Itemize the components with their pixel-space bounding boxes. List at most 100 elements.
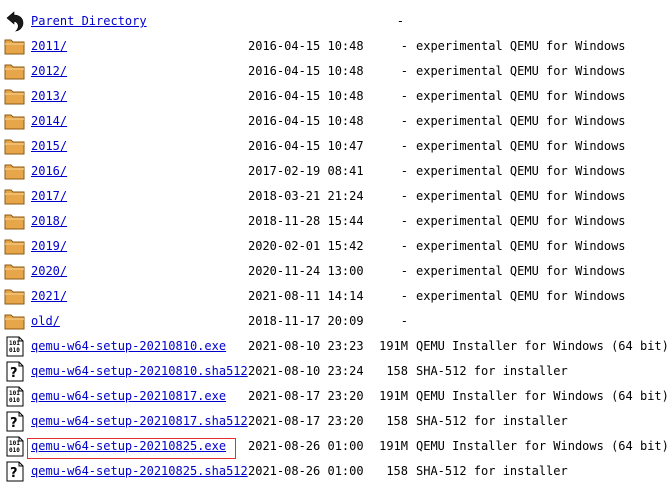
listing-row-file-20210810-sha512: ? qemu-w64-setup-20210810.sha512 2021-08… bbox=[0, 359, 667, 384]
svg-text:?: ? bbox=[10, 366, 18, 381]
svg-text:?: ? bbox=[10, 466, 18, 481]
entry-date: 2018-03-21 21:24 bbox=[248, 189, 364, 203]
entry-size: - bbox=[400, 114, 408, 128]
entry-name-link[interactable]: 2011/ bbox=[31, 34, 67, 59]
svg-text:010: 010 bbox=[9, 397, 20, 404]
folder-icon[interactable] bbox=[4, 211, 25, 232]
entry-name-link[interactable]: 2013/ bbox=[31, 84, 67, 109]
entry-name-link[interactable]: qemu-w64-setup-20210810.exe bbox=[31, 334, 226, 359]
svg-text:101: 101 bbox=[9, 340, 20, 347]
entry-date: 2020-02-01 15:42 bbox=[248, 239, 364, 253]
entry-size: 158 bbox=[386, 414, 408, 428]
entry-size: 158 bbox=[386, 464, 408, 478]
parent-directory-row: Parent Directory - bbox=[0, 9, 667, 34]
folder-icon[interactable] bbox=[4, 286, 25, 307]
entry-date: 2021-08-26 01:00 bbox=[248, 464, 364, 478]
svg-text:101: 101 bbox=[9, 440, 20, 447]
entry-name-link[interactable]: qemu-w64-setup-20210810.sha512 bbox=[31, 359, 248, 384]
unknown-file-icon[interactable]: ? bbox=[4, 461, 25, 482]
folder-icon[interactable] bbox=[4, 111, 25, 132]
listing-row-folder-2013: 2013/ 2016-04-15 10:48 - experimental QE… bbox=[0, 84, 667, 109]
entry-description: SHA-512 for installer bbox=[416, 364, 568, 378]
entry-size: - bbox=[400, 289, 408, 303]
entry-size: - bbox=[400, 189, 408, 203]
entry-size: - bbox=[400, 164, 408, 178]
listing-row-file-20210817-sha512: ? qemu-w64-setup-20210817.sha512 2021-08… bbox=[0, 409, 667, 434]
entry-name-link[interactable]: 2020/ bbox=[31, 259, 67, 284]
entry-date: 2021-08-10 23:23 bbox=[248, 339, 364, 353]
entry-date: 2021-08-10 23:24 bbox=[248, 364, 364, 378]
entry-name-link[interactable]: old/ bbox=[31, 309, 60, 334]
entry-size: 191M bbox=[379, 389, 408, 403]
svg-text:010: 010 bbox=[9, 447, 20, 454]
binary-file-icon[interactable]: 101 010 bbox=[4, 436, 25, 457]
entry-date: 2016-04-15 10:48 bbox=[248, 39, 364, 53]
entry-description: SHA-512 for installer bbox=[416, 414, 568, 428]
entry-name-link[interactable]: 2019/ bbox=[31, 234, 67, 259]
binary-file-icon[interactable]: 101 010 bbox=[4, 386, 25, 407]
entry-description: experimental QEMU for Windows bbox=[416, 264, 626, 278]
entry-name-link[interactable]: 2017/ bbox=[31, 184, 67, 209]
entry-name-link[interactable]: 2018/ bbox=[31, 209, 67, 234]
folder-icon[interactable] bbox=[4, 311, 25, 332]
entry-date: 2021-08-17 23:20 bbox=[248, 389, 364, 403]
listing-row-folder-2020: 2020/ 2020-11-24 13:00 - experimental QE… bbox=[0, 259, 667, 284]
entry-date: 2018-11-17 20:09 bbox=[248, 314, 364, 328]
listing-row-folder-2015: 2015/ 2016-04-15 10:47 - experimental QE… bbox=[0, 134, 667, 159]
listing-row-folder-2016: 2016/ 2017-02-19 08:41 - experimental QE… bbox=[0, 159, 667, 184]
folder-icon[interactable] bbox=[4, 61, 25, 82]
entry-size: - bbox=[400, 214, 408, 228]
folder-icon[interactable] bbox=[4, 261, 25, 282]
entry-name-link[interactable]: 2015/ bbox=[31, 134, 67, 159]
unknown-file-icon[interactable]: ? bbox=[4, 361, 25, 382]
entry-name-link[interactable]: 2021/ bbox=[31, 284, 67, 309]
entry-name-link[interactable]: qemu-w64-setup-20210817.exe bbox=[31, 384, 226, 409]
listing-row-folder-2017: 2017/ 2018-03-21 21:24 - experimental QE… bbox=[0, 184, 667, 209]
entry-description: experimental QEMU for Windows bbox=[416, 214, 626, 228]
entry-size: 191M bbox=[379, 339, 408, 353]
binary-file-icon[interactable]: 101 010 bbox=[4, 336, 25, 357]
folder-icon[interactable] bbox=[4, 136, 25, 157]
entry-date: 2016-04-15 10:48 bbox=[248, 114, 364, 128]
entry-name-link[interactable]: qemu-w64-setup-20210817.sha512 bbox=[31, 409, 248, 434]
entry-date: 2016-04-15 10:48 bbox=[248, 64, 364, 78]
entry-name-link[interactable]: 2014/ bbox=[31, 109, 67, 134]
entry-date: 2016-04-15 10:47 bbox=[248, 139, 364, 153]
listing-row-folder-old: old/ 2018-11-17 20:09 - bbox=[0, 309, 667, 334]
entry-date: 2018-11-28 15:44 bbox=[248, 214, 364, 228]
entry-name-link[interactable]: 2012/ bbox=[31, 59, 67, 84]
listing-row-folder-2019: 2019/ 2020-02-01 15:42 - experimental QE… bbox=[0, 234, 667, 259]
directory-listing: Parent Directory - 2011/ 2016-04-15 10:4… bbox=[0, 9, 667, 484]
entry-name-link[interactable]: 2016/ bbox=[31, 159, 67, 184]
entry-date: 2020-11-24 13:00 bbox=[248, 264, 364, 278]
listing-row-folder-2021: 2021/ 2021-08-11 14:14 - experimental QE… bbox=[0, 284, 667, 309]
unknown-file-icon[interactable]: ? bbox=[4, 411, 25, 432]
listing-row-folder-2011: 2011/ 2016-04-15 10:48 - experimental QE… bbox=[0, 34, 667, 59]
entry-description: SHA-512 for installer bbox=[416, 464, 568, 478]
entry-date: 2021-08-17 23:20 bbox=[248, 414, 364, 428]
folder-icon[interactable] bbox=[4, 236, 25, 257]
folder-icon[interactable] bbox=[4, 161, 25, 182]
entry-date: 2016-04-15 10:48 bbox=[248, 89, 364, 103]
folder-icon[interactable] bbox=[4, 186, 25, 207]
entry-size: - bbox=[400, 139, 408, 153]
back-arrow-icon[interactable] bbox=[4, 11, 25, 32]
entry-size: - bbox=[400, 314, 408, 328]
listing-row-file-20210825-exe: 101 010 qemu-w64-setup-20210825.exe 2021-… bbox=[0, 434, 667, 459]
entry-date: 2021-08-26 01:00 bbox=[248, 439, 364, 453]
entry-date: 2017-02-19 08:41 bbox=[248, 164, 364, 178]
entry-name-link[interactable]: qemu-w64-setup-20210825.sha512 bbox=[31, 459, 248, 484]
listing-row-folder-2018: 2018/ 2018-11-28 15:44 - experimental QE… bbox=[0, 209, 667, 234]
entry-name-link[interactable]: qemu-w64-setup-20210825.exe bbox=[31, 434, 226, 459]
entry-size: 158 bbox=[386, 364, 408, 378]
entry-size: - bbox=[400, 64, 408, 78]
entry-description: QEMU Installer for Windows (64 bit) bbox=[416, 439, 667, 453]
entry-description: QEMU Installer for Windows (64 bit) bbox=[416, 389, 667, 403]
entry-description: experimental QEMU for Windows bbox=[416, 289, 626, 303]
entry-size: 191M bbox=[379, 439, 408, 453]
entry-description: experimental QEMU for Windows bbox=[416, 114, 626, 128]
folder-icon[interactable] bbox=[4, 86, 25, 107]
parent-directory-link[interactable]: Parent Directory bbox=[31, 9, 147, 34]
folder-icon[interactable] bbox=[4, 36, 25, 57]
entry-description: QEMU Installer for Windows (64 bit) bbox=[416, 339, 667, 353]
